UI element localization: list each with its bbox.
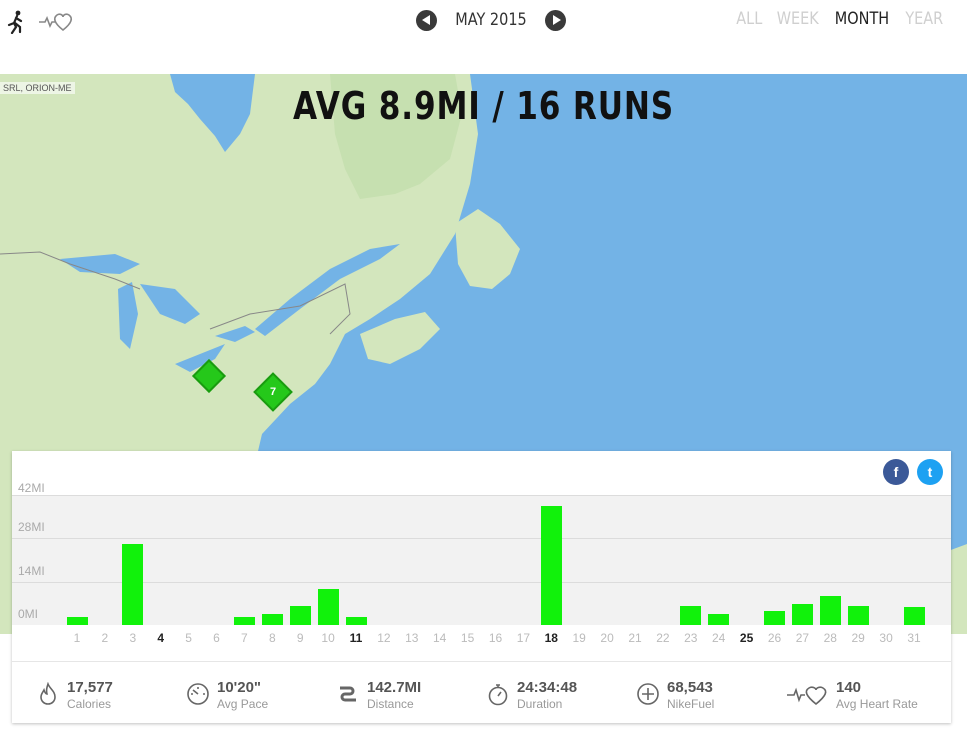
x-tick-label: 5 (185, 631, 192, 645)
stat-label: Distance (367, 697, 414, 711)
previous-month-button[interactable] (416, 9, 437, 31)
x-tick-label: 6 (213, 631, 220, 645)
bar-day-9[interactable] (289, 606, 311, 625)
bar-day-27[interactable] (791, 604, 813, 625)
top-bar: MAY 2015 ALL WEEK MONTH YEAR (0, 0, 967, 74)
stopwatch-icon (488, 684, 508, 706)
x-tick-label: 1 (73, 631, 81, 645)
stat-label: NikeFuel (667, 697, 715, 711)
x-tick-label: 20 (600, 631, 614, 645)
x-tick-label: 22 (656, 631, 670, 645)
heart-rate-tab-icon[interactable] (38, 10, 74, 32)
route-icon (340, 686, 356, 702)
x-tick-label: 12 (377, 631, 391, 645)
x-tick-label: 24 (712, 631, 726, 645)
runner-icon[interactable] (6, 10, 26, 34)
x-tick-label: 27 (795, 631, 810, 645)
gridline (12, 582, 951, 583)
x-tick-label: 26 (767, 631, 782, 645)
nikefuel-icon (637, 683, 659, 705)
bar-day-26[interactable] (764, 610, 785, 625)
tab-week[interactable]: WEEK (777, 9, 819, 29)
monthly-chart-panel: f t 42MI 28MI 14MI 0MI 1 2 3 4 5 6 7 8 9 10 11 12 13… (12, 451, 951, 723)
bar-day-8[interactable] (261, 613, 283, 625)
x-tick-label: 11 (349, 631, 363, 645)
range-tabs: ALL WEEK MONTH YEAR (734, 9, 947, 29)
gauge-icon (187, 683, 209, 705)
flame-icon (40, 682, 56, 705)
x-tick-label: 14 (433, 631, 447, 645)
month-navigator: MAY 2015 (416, 8, 566, 32)
stat-value: 24:34:48 (517, 679, 578, 696)
facebook-share-button[interactable]: f (883, 459, 909, 485)
bar-day-10[interactable] (317, 589, 339, 625)
twitter-share-button[interactable]: t (917, 459, 943, 485)
x-tick-label: 16 (488, 631, 503, 645)
x-tick-label: 25 (739, 631, 754, 645)
stat-label: Avg Pace (217, 697, 269, 711)
bar-day-18[interactable] (540, 505, 562, 625)
stat-label: Duration (517, 697, 563, 711)
y-tick-label: 28MI (18, 520, 45, 534)
x-tick-label: 31 (907, 631, 921, 645)
x-tick-label: 17 (516, 631, 531, 645)
x-tick-label: 21 (628, 631, 642, 645)
month-label: MAY 2015 (455, 10, 527, 30)
bar-day-7[interactable] (233, 616, 255, 625)
y-tick-label: 42MI (18, 481, 45, 495)
x-tick-label: 10 (321, 631, 335, 645)
x-tick-label: 8 (268, 631, 276, 645)
stat-value: 142.7MI (367, 679, 422, 696)
x-tick-label: 2 (101, 631, 109, 645)
x-tick-label: 4 (157, 631, 165, 645)
distance-bar-chart: 42MI 28MI 14MI 0MI (12, 481, 951, 625)
x-tick-label: 18 (544, 631, 558, 645)
bar-day-23[interactable] (680, 606, 702, 625)
bar-day-3[interactable] (122, 543, 144, 625)
bar-day-31[interactable] (903, 607, 925, 625)
bar-day-11[interactable] (345, 616, 367, 625)
x-tick-label: 29 (851, 631, 865, 645)
stat-value: 10'20" (217, 679, 262, 696)
x-tick-label: 19 (572, 631, 586, 645)
x-tick-label: 9 (296, 631, 304, 645)
run-marker-label (199, 366, 219, 386)
x-tick-label: 15 (460, 631, 475, 645)
stat-label: Avg Heart Rate (836, 697, 918, 711)
bar-day-28[interactable] (819, 595, 841, 625)
run-marker-cluster-label: 7 (269, 386, 277, 398)
tab-month[interactable]: MONTH (835, 9, 889, 29)
map-attribution: SRL, ORION-ME (0, 82, 75, 94)
gridline (12, 495, 951, 496)
stat-value: 17,577 (67, 679, 113, 696)
x-tick-label: 23 (684, 631, 698, 645)
stat-label: Calories (67, 697, 112, 711)
y-tick-label: 0MI (18, 607, 39, 621)
x-tick-label: 28 (823, 631, 837, 645)
stats-bar: 17,577 Calories 10'20" Avg Pace 142.7MI … (12, 661, 951, 721)
bar-day-29[interactable] (847, 606, 869, 625)
heart-rate-icon (787, 686, 827, 706)
tab-year[interactable]: YEAR (906, 9, 944, 29)
y-tick-label: 14MI (18, 564, 45, 578)
tab-all[interactable]: ALL (737, 9, 763, 29)
map-headline: AVG 8.9MI / 16 RUNS (292, 84, 675, 128)
x-tick-label: 3 (129, 631, 137, 645)
stat-value: 140 (836, 679, 862, 696)
gridline (12, 538, 951, 539)
stat-value: 68,543 (667, 679, 713, 696)
next-month-button[interactable] (545, 9, 566, 31)
bar-day-1[interactable] (66, 616, 88, 625)
x-tick-label: 7 (241, 631, 248, 645)
x-tick-label: 30 (879, 631, 893, 645)
x-tick-label: 13 (405, 631, 419, 645)
bar-day-24[interactable] (708, 613, 730, 625)
